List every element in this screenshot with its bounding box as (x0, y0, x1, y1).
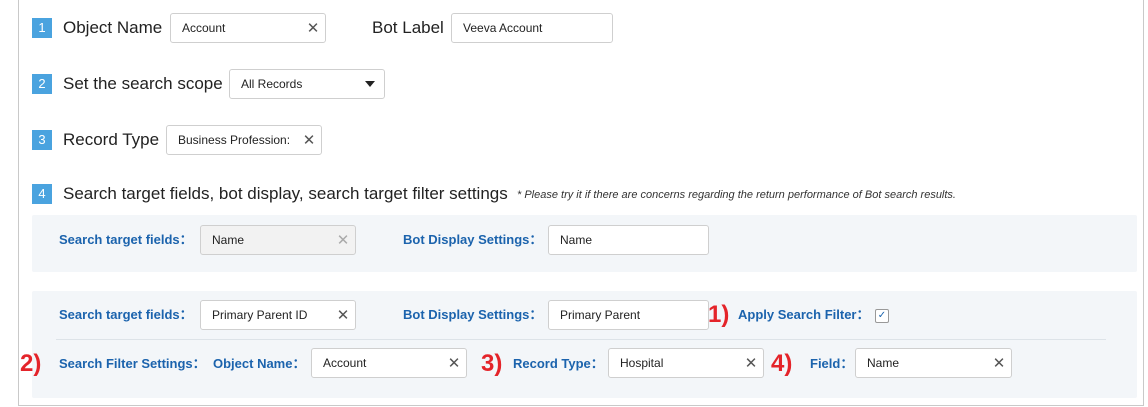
filter-object-name-input[interactable]: Account ✕ (311, 348, 467, 378)
step-badge-2: 2 (32, 74, 52, 94)
step-badge-3: 3 (32, 130, 52, 150)
search-target-fields-label-2: Search target fields： (59, 307, 193, 322)
object-name-input[interactable]: Account ✕ (170, 13, 326, 43)
caret-down-icon (365, 81, 375, 87)
filter-object-name-value: Account (323, 356, 367, 370)
clear-icon[interactable]: ✕ (739, 354, 763, 372)
clear-icon: ✕ (336, 232, 350, 249)
bot-label-value: Veeva Account (463, 21, 543, 35)
search-target-fields-value-2: Primary Parent ID (212, 308, 308, 322)
filter-field-value: Name (867, 356, 900, 370)
search-target-fields-input-1: Name ✕ (200, 225, 356, 255)
search-target-fields-input-2[interactable]: Primary Parent ID ✕ (200, 300, 356, 330)
annotation-1: 1) (708, 301, 730, 328)
bot-display-settings-input-1[interactable]: Name (548, 225, 709, 255)
section4-title: Search target fields, bot display, searc… (63, 184, 508, 203)
bot-display-settings-value-2: Primary Parent (560, 308, 641, 322)
section4-note: * Please try it if there are concerns re… (517, 189, 956, 201)
filter-record-type-value: Hospital (620, 356, 664, 370)
filter-record-type-input[interactable]: Hospital ✕ (608, 348, 764, 378)
record-type-value: Business Profession: (178, 133, 291, 147)
search-scope-select[interactable]: All Records (229, 69, 385, 99)
apply-search-filter-label: Apply Search Filter： (738, 307, 870, 322)
step-badge-4: 4 (32, 184, 52, 204)
annotation-2: 2) (20, 350, 42, 377)
clear-icon[interactable]: ✕ (987, 354, 1011, 372)
filter-record-type-label: Record Type： (513, 356, 604, 371)
filter-object-name-label: Object Name： (213, 356, 306, 371)
search-filter-settings-label: Search Filter Settings： (59, 356, 206, 371)
panel-divider (56, 339, 1106, 340)
search-scope-value: All Records (241, 77, 303, 91)
bot-display-settings-input-2[interactable]: Primary Parent (548, 300, 709, 330)
step-badge-1: 1 (32, 18, 52, 38)
clear-icon[interactable]: ✕ (301, 19, 325, 37)
clear-icon[interactable]: ✕ (297, 131, 321, 149)
object-name-label: Object Name (63, 18, 163, 37)
clear-icon[interactable]: ✕ (442, 354, 466, 372)
search-target-fields-label-1: Search target fields： (59, 232, 193, 247)
filter-field-label: Field： (810, 356, 854, 371)
filter-field-input[interactable]: Name ✕ (855, 348, 1012, 378)
apply-search-filter-checkbox[interactable]: ✓ (875, 309, 889, 323)
search-target-fields-value-1: Name (212, 233, 245, 247)
bot-display-settings-label-2: Bot Display Settings： (403, 307, 543, 322)
search-scope-label: Set the search scope (63, 74, 223, 93)
annotation-4: 4) (771, 350, 793, 377)
bot-label-input[interactable]: Veeva Account (451, 13, 613, 43)
record-type-input[interactable]: Business Profession: ✕ (166, 125, 322, 155)
record-type-label: Record Type (63, 130, 160, 149)
bot-display-settings-value-1: Name (560, 233, 593, 247)
clear-icon[interactable]: ✕ (331, 306, 355, 324)
bot-display-settings-label-1: Bot Display Settings： (403, 232, 543, 247)
annotation-3: 3) (481, 350, 503, 377)
object-name-value: Account (182, 21, 226, 35)
bot-label-label: Bot Label (372, 18, 444, 37)
